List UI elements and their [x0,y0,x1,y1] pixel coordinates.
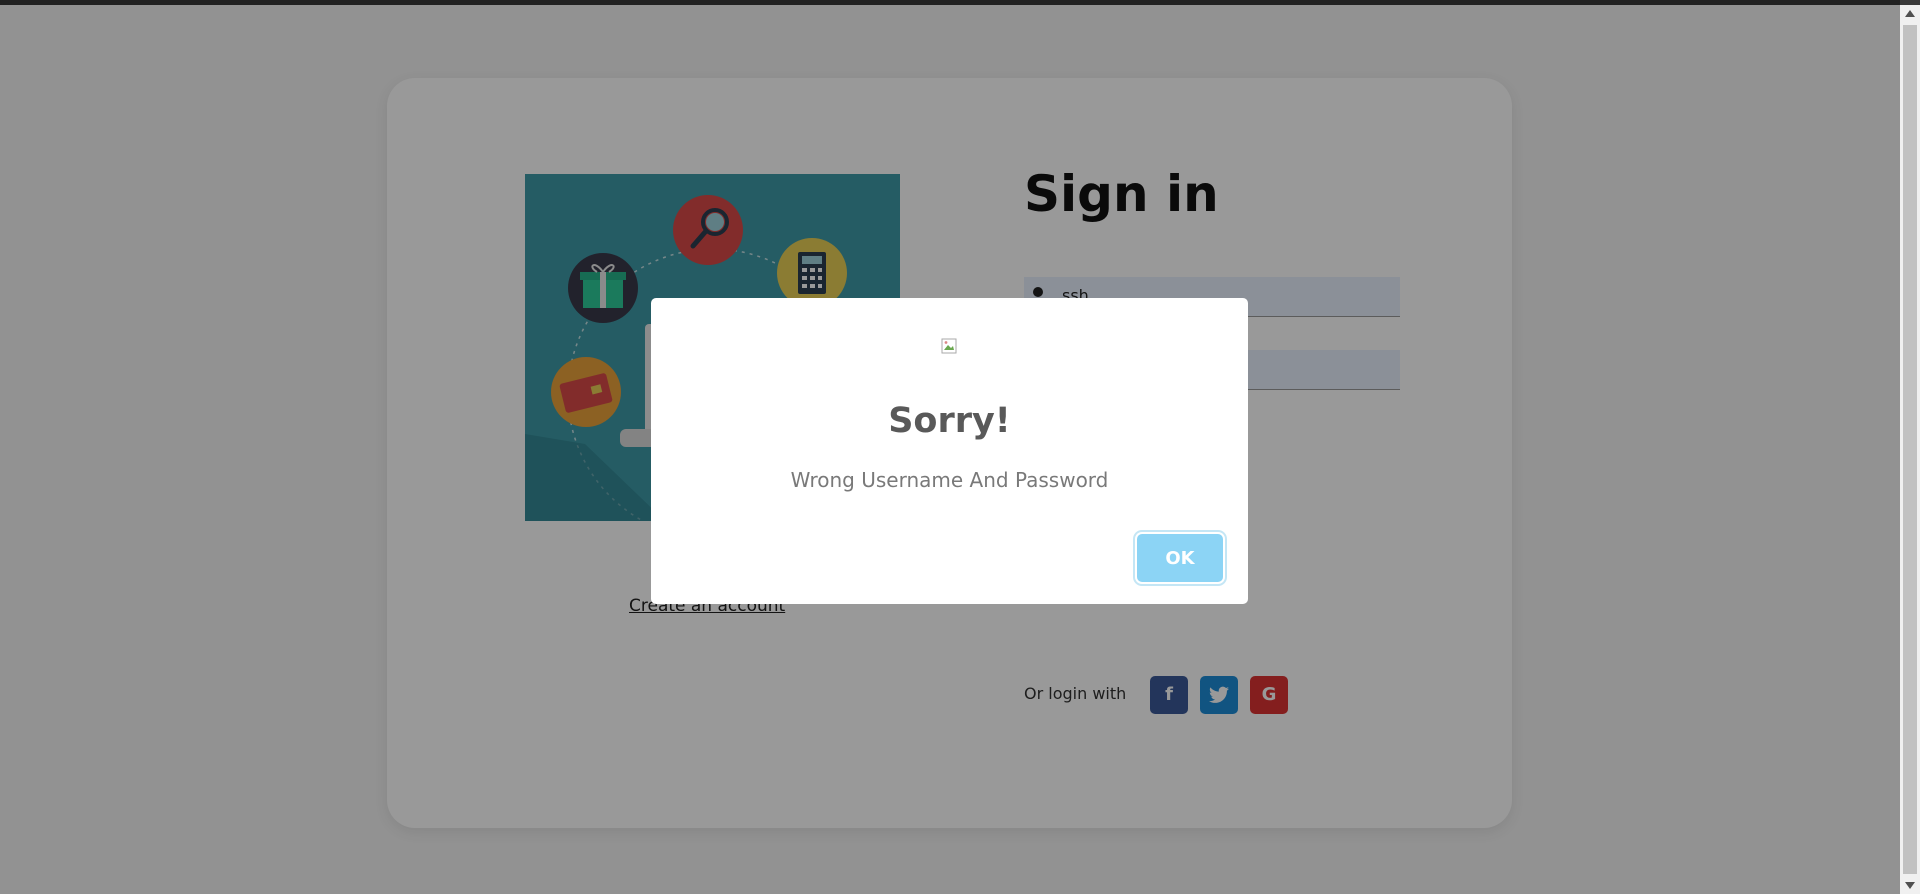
vertical-scrollbar[interactable] [1900,5,1920,894]
dialog-message: Wrong Username And Password [790,468,1109,492]
error-dialog: Sorry! Wrong Username And Password OK [651,298,1248,604]
scroll-down-icon[interactable] [1905,882,1915,889]
scrollbar-thumb[interactable] [1903,25,1917,874]
scroll-up-icon[interactable] [1905,10,1915,17]
ok-button[interactable]: OK [1137,534,1223,582]
dialog-title: Sorry! [888,401,1011,441]
broken-image-icon [941,338,957,354]
